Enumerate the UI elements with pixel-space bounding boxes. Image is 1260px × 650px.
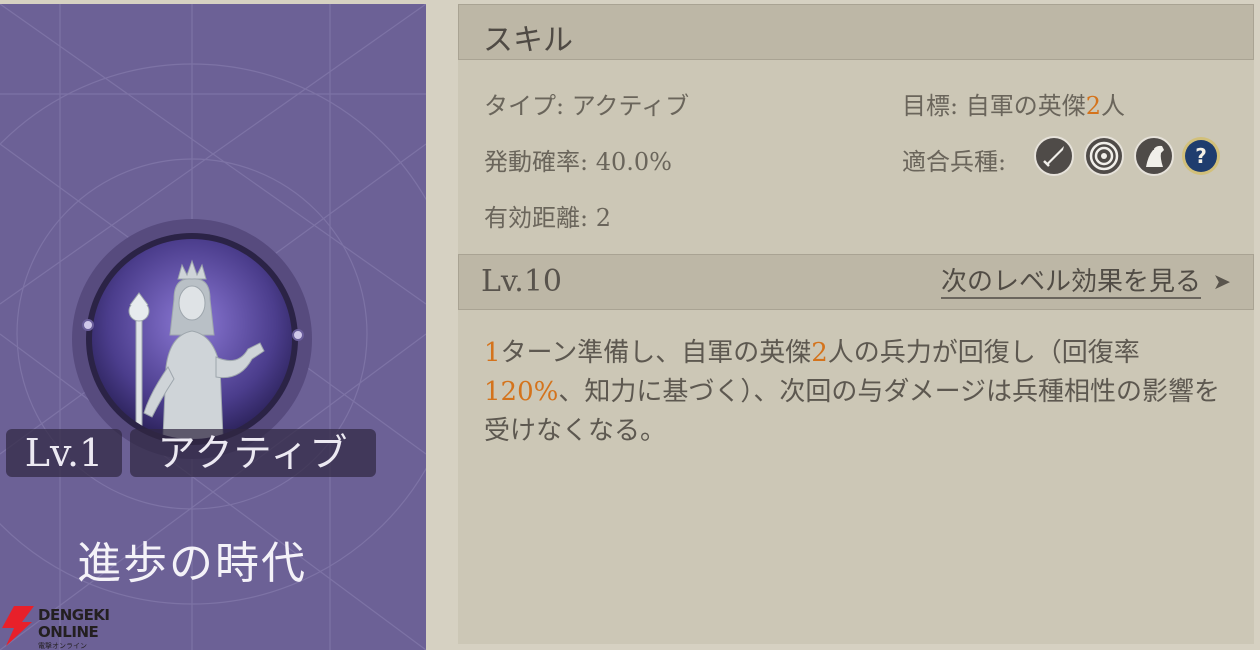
sword-icon[interactable] (1034, 136, 1074, 176)
skill-card: Lv.1 アクティブ 進歩の時代 (0, 4, 426, 650)
skill-target-suffix: 人 (1101, 92, 1125, 120)
question-icon[interactable]: ? (1181, 136, 1221, 176)
skill-type-label: タイプ: (484, 92, 572, 120)
desc-text-1: ターン準備し、自軍の英傑 (500, 338, 812, 368)
skill-range-value: 2 (595, 204, 611, 232)
skill-range-row: 有効距離: 2 (484, 198, 611, 233)
skill-rate-label: 発動確率: (484, 148, 596, 176)
skill-target-label: 目標: (902, 92, 966, 120)
level-section-header: Lv.10 次のレベル効果を見る ➤ (458, 254, 1254, 310)
skill-type-row: タイプ: アクティブ (484, 86, 689, 121)
dengeki-online-watermark: DENGEKI ONLINE 電撃オンライン (0, 604, 130, 650)
arrow-right-icon[interactable]: ➤ (1213, 270, 1231, 295)
watermark-brand-line1: DENGEKI (38, 606, 110, 624)
skill-rate-value: 40.0% (595, 148, 672, 176)
skill-section-title: スキル (483, 23, 573, 58)
skill-portrait (72, 219, 312, 459)
skill-info-panel: スキル タイプ: アクティブ 目標: 自軍の英傑2人 発動確率: 40.0% 適… (458, 4, 1254, 644)
skill-range-label: 有効距離: (484, 204, 596, 232)
skill-name: 進歩の時代 (77, 538, 307, 589)
desc-text-2: 人の兵力が回復し（回復率 (827, 338, 1140, 368)
watermark-brand-sub: 電撃オンライン (38, 642, 87, 650)
skill-troops-label: 適合兵種: (902, 148, 1007, 176)
desc-turn-count: 1 (484, 338, 501, 368)
lightning-bolt-icon (2, 606, 34, 646)
level-title: Lv.10 (481, 264, 563, 299)
skill-section-header: スキル (458, 4, 1254, 60)
desc-target-count: 2 (811, 338, 828, 368)
skill-target-prefix: 自軍の英傑 (965, 92, 1086, 120)
skill-type-value: アクティブ (571, 92, 690, 120)
skill-description: 1ターン準備し、自軍の英傑2人の兵力が回復し（回復率 120%、知力に基づく）、次… (484, 334, 1244, 451)
skill-type-badge: アクティブ (130, 429, 376, 477)
watermark-brand-line2: ONLINE (38, 623, 99, 641)
target-icon[interactable] (1084, 136, 1124, 176)
horse-icon[interactable] (1134, 136, 1174, 176)
skill-troops-row: 適合兵種: (902, 142, 1006, 177)
skill-level-badge: Lv.1 (6, 429, 122, 477)
svg-text:?: ? (1195, 144, 1207, 168)
skill-target-count: 2 (1085, 92, 1101, 120)
skill-rate-row: 発動確率: 40.0% (484, 142, 672, 177)
desc-recovery-rate: 120% (484, 377, 559, 407)
skill-target-row: 目標: 自軍の英傑2人 (902, 86, 1125, 121)
desc-text-3: 、知力に基づく）、次回の与ダメージは兵種相性の影響を受けなくなる。 (484, 377, 1221, 446)
next-level-effect-link[interactable]: 次のレベル効果を見る (940, 267, 1201, 299)
